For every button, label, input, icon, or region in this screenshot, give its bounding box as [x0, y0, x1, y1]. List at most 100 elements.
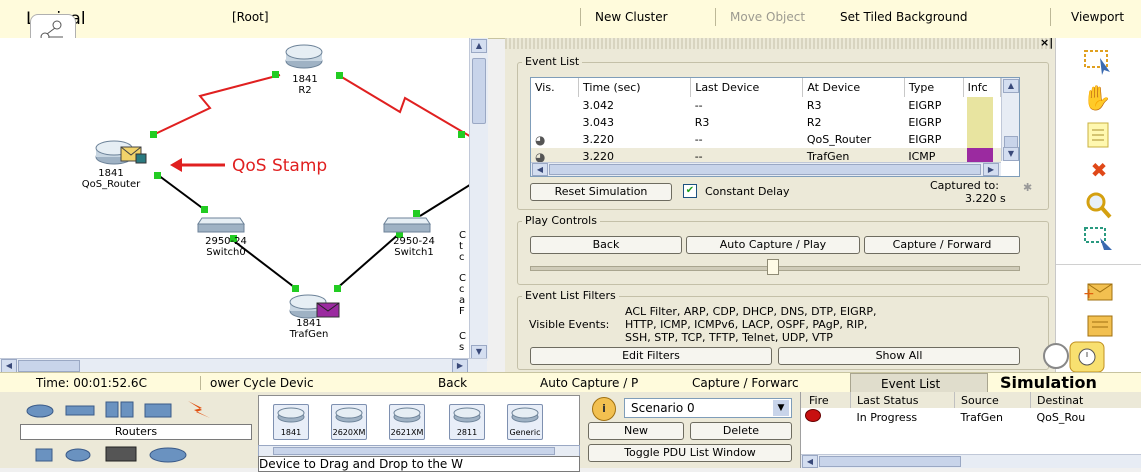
- root-breadcrumb[interactable]: [Root]: [232, 10, 269, 24]
- place-note-icon[interactable]: [1082, 120, 1116, 150]
- show-all-button[interactable]: Show All: [778, 347, 1020, 365]
- router-r2-label: 1841R2: [290, 74, 320, 96]
- scenario-delete-button[interactable]: Delete: [690, 422, 792, 440]
- simulation-mode-bar: Time: 00:01:52.6C ower Cycle Devic Back …: [0, 372, 1141, 394]
- workspace-horizontal-scrollbar[interactable]: ◀ ▶: [0, 358, 487, 373]
- mode-capture-forward-button[interactable]: Capture / Forwarc: [692, 376, 799, 390]
- router-r2-icon[interactable]: [282, 42, 326, 70]
- icmp-pdu-envelope-icon[interactable]: [316, 302, 340, 318]
- table-row[interactable]: 3.043R3R2EIGRP: [531, 114, 1001, 131]
- switch0-label: 2950-24Switch0: [196, 236, 256, 258]
- add-simple-pdu-icon[interactable]: +: [1082, 278, 1116, 308]
- col-source[interactable]: Source: [955, 392, 1031, 408]
- event-list-hscroll[interactable]: ◀ ▶: [531, 162, 1001, 176]
- panel-grip[interactable]: [505, 38, 1050, 49]
- workspace-vertical-scrollbar[interactable]: ▲ ▼: [469, 38, 488, 361]
- eye-icon[interactable]: ◕: [535, 133, 545, 147]
- new-cluster-button[interactable]: New Cluster: [595, 10, 668, 24]
- device-hint-text: Device to Drag and Drop to the W: [258, 456, 580, 472]
- filters-line-3: SSH, STP, TCP, TFTP, Telnet, UDP, VTP: [625, 331, 833, 344]
- edit-filters-button[interactable]: Edit Filters: [530, 347, 772, 365]
- constant-delay-label: Constant Delay: [705, 185, 790, 198]
- model-generic-tile[interactable]: Generic: [507, 404, 543, 440]
- resize-shape-icon[interactable]: [1082, 224, 1116, 254]
- col-destination[interactable]: Destinat: [1031, 392, 1141, 408]
- viewport-button[interactable]: Viewport: [1071, 10, 1124, 24]
- visible-events-label: Visible Events:: [529, 318, 609, 331]
- realtime-simulation-toggle[interactable]: [1038, 338, 1141, 374]
- model-2621xm-tile[interactable]: 2621XM: [389, 404, 425, 440]
- scenario-info-icon[interactable]: i: [592, 397, 616, 421]
- capture-forward-button[interactable]: Capture / Forward: [864, 236, 1020, 254]
- fire-status-icon[interactable]: [805, 409, 821, 422]
- model-2620xm-tile[interactable]: 2620XM: [331, 404, 367, 440]
- col-type[interactable]: Type: [904, 78, 963, 97]
- event-list-filters-title: Event List Filters: [522, 289, 619, 302]
- play-speed-slider-thumb[interactable]: [767, 259, 779, 275]
- mode-back-button[interactable]: Back: [438, 376, 467, 390]
- chevron-down-icon: ▼: [773, 400, 789, 416]
- model-1841-tile[interactable]: 1841: [273, 404, 309, 440]
- scroll-left-arrow-icon[interactable]: ◀: [1, 359, 17, 373]
- col-at-device[interactable]: At Device: [803, 78, 904, 97]
- toggle-pdu-list-button[interactable]: Toggle PDU List Window: [588, 444, 792, 462]
- power-cycle-devices-button[interactable]: ower Cycle Devic: [210, 376, 314, 390]
- reset-simulation-button[interactable]: Reset Simulation: [530, 183, 672, 201]
- device-model-list: 1841 2620XM 2621XM 2811 Generic: [258, 395, 580, 447]
- workspace-top-bar: Logical [Root] New Cluster Move Object S…: [0, 0, 1141, 39]
- scroll-down-arrow-icon[interactable]: ▼: [471, 345, 487, 359]
- switch1-label: 2950-24Switch1: [384, 236, 444, 258]
- move-layout-hand-icon[interactable]: ✋: [1082, 84, 1116, 114]
- table-row[interactable]: In Progress TrafGen QoS_Rou: [801, 408, 1141, 426]
- scenario-select[interactable]: Scenario 0 ▼: [624, 398, 792, 418]
- col-last-device[interactable]: Last Device: [691, 78, 803, 97]
- mode-auto-capture-button[interactable]: Auto Capture / P: [540, 376, 638, 390]
- switch0-icon[interactable]: [196, 214, 246, 236]
- info-color-swatch[interactable]: [967, 131, 993, 148]
- event-list-table[interactable]: Vis. Time (sec) Last Device At Device Ty…: [530, 77, 1020, 177]
- event-list-title: Event List: [522, 55, 582, 68]
- back-button[interactable]: Back: [530, 236, 682, 254]
- col-fire[interactable]: Fire: [801, 392, 851, 408]
- filters-line-1: ACL Filter, ARP, CDP, DHCP, DNS, DTP, EI…: [625, 305, 876, 318]
- col-last-status[interactable]: Last Status: [851, 392, 955, 408]
- move-object-button[interactable]: Move Object: [730, 10, 805, 24]
- info-color-swatch[interactable]: [967, 97, 993, 114]
- scroll-up-arrow-icon[interactable]: ▲: [471, 39, 487, 53]
- table-row[interactable]: 3.042--R3EIGRP: [531, 97, 1001, 114]
- set-tiled-background-button[interactable]: Set Tiled Background: [840, 10, 968, 24]
- filters-line-2: HTTP, ICMP, ICMPv6, LACP, OSPF, PAgP, RI…: [625, 318, 867, 331]
- model-2811-tile[interactable]: 2811: [449, 404, 485, 440]
- col-vis[interactable]: Vis.: [531, 78, 579, 97]
- event-list-vscroll[interactable]: ▲ ▼: [1001, 78, 1019, 161]
- device-category-icons-row2[interactable]: [18, 443, 248, 465]
- captured-to-label: Captured to:: [930, 179, 999, 192]
- captured-to-value: 3.220 s: [965, 192, 1006, 205]
- event-list-toggle-button[interactable]: Event List: [850, 373, 988, 394]
- panel-close-icon[interactable]: ×|: [1040, 36, 1053, 49]
- scroll-right-arrow-icon[interactable]: ▶: [452, 359, 468, 373]
- svg-text:+: +: [1083, 286, 1095, 302]
- delete-icon[interactable]: ✖: [1082, 158, 1116, 188]
- scenario-new-button[interactable]: New: [588, 422, 684, 440]
- router-trafgen-label: 1841TrafGen: [284, 318, 334, 340]
- auto-capture-play-button[interactable]: Auto Capture / Play: [686, 236, 860, 254]
- col-info[interactable]: Infc: [963, 78, 1000, 97]
- scroll-thumb[interactable]: [472, 58, 486, 124]
- device-category-icons[interactable]: [18, 398, 248, 420]
- logical-workspace[interactable]: 1841R2 1841QoS_Router QoS Stamp 2950-24S…: [0, 38, 473, 360]
- hscroll-thumb[interactable]: [18, 360, 80, 372]
- pdu-list-table[interactable]: Fire Last Status Source Destinat In Prog…: [800, 392, 1141, 468]
- pdu-list-hscroll[interactable]: ◀: [801, 454, 1141, 468]
- cutoff-note-text: Ctc Cca F Cs: [459, 230, 469, 353]
- table-row[interactable]: ◕3.220--QoS_RouterEIGRP: [531, 131, 1001, 148]
- info-color-swatch[interactable]: [967, 114, 993, 131]
- select-tool-icon[interactable]: [1082, 46, 1116, 76]
- constant-delay-checkbox[interactable]: ✔: [683, 184, 697, 198]
- col-time[interactable]: Time (sec): [579, 78, 691, 97]
- simulation-mode-label[interactable]: Simulation: [1000, 373, 1097, 392]
- switch1-icon[interactable]: [382, 214, 432, 236]
- device-category-label: Routers: [20, 424, 252, 440]
- pdu-envelope-icon[interactable]: [120, 146, 144, 162]
- inspect-magnifier-icon[interactable]: [1082, 190, 1116, 220]
